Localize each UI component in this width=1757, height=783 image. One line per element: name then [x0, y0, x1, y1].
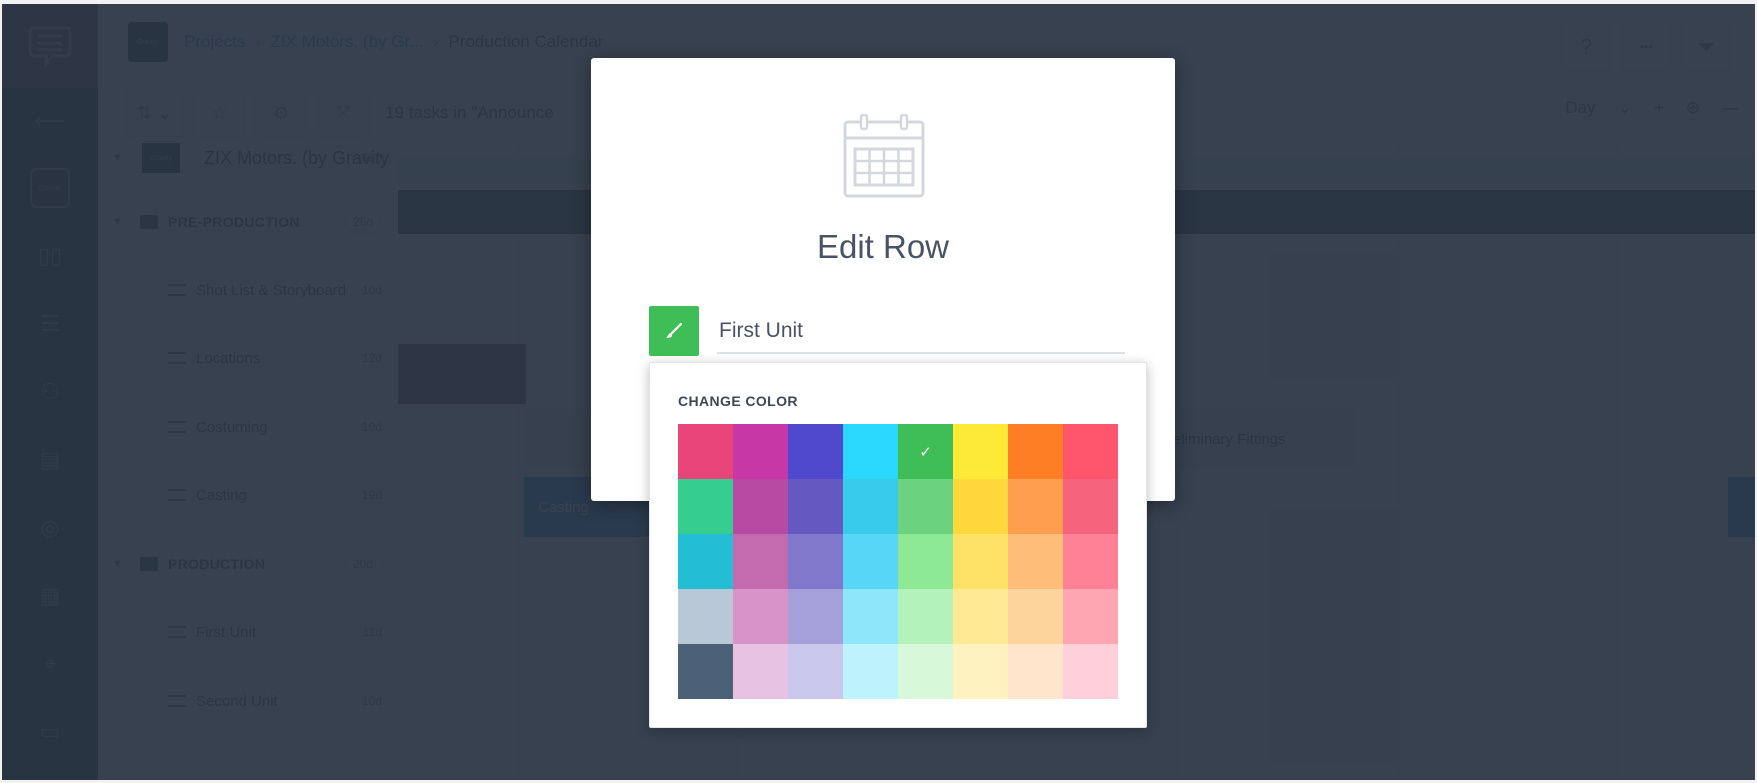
color-picker-popover: CHANGE COLOR ✓ — [649, 362, 1147, 728]
color-swatch[interactable] — [678, 644, 733, 699]
color-swatch[interactable] — [953, 644, 1008, 699]
color-swatch[interactable] — [1008, 644, 1063, 699]
color-swatch[interactable] — [788, 589, 843, 644]
color-swatch[interactable] — [1063, 479, 1118, 534]
color-swatch[interactable] — [678, 589, 733, 644]
color-swatch[interactable] — [1008, 479, 1063, 534]
color-swatch[interactable] — [898, 479, 953, 534]
color-swatch[interactable] — [1063, 644, 1118, 699]
paintbrush-icon — [666, 322, 683, 338]
color-swatch[interactable] — [898, 644, 953, 699]
color-swatch[interactable] — [843, 644, 898, 699]
color-swatch[interactable] — [678, 424, 733, 479]
color-swatch[interactable] — [788, 479, 843, 534]
color-picker-button[interactable] — [649, 306, 699, 356]
calendar-icon — [843, 114, 925, 198]
color-palette: ✓ — [678, 424, 1118, 699]
change-color-heading: CHANGE COLOR — [678, 393, 798, 409]
color-swatch[interactable] — [678, 479, 733, 534]
modal-title: Edit Row — [816, 228, 950, 265]
color-swatch[interactable] — [733, 589, 788, 644]
color-swatch[interactable] — [733, 479, 788, 534]
color-swatch[interactable] — [843, 534, 898, 589]
color-swatch[interactable] — [733, 534, 788, 589]
color-swatch[interactable] — [1063, 589, 1118, 644]
color-swatch[interactable] — [843, 589, 898, 644]
color-swatch[interactable] — [953, 479, 1008, 534]
color-swatch[interactable] — [953, 589, 1008, 644]
color-swatch[interactable] — [1008, 534, 1063, 589]
color-swatch[interactable] — [843, 424, 898, 479]
color-swatch[interactable] — [1063, 424, 1118, 479]
color-swatch[interactable] — [788, 534, 843, 589]
color-swatch[interactable] — [678, 534, 733, 589]
color-swatch[interactable]: ✓ — [898, 424, 953, 479]
color-swatch[interactable] — [898, 589, 953, 644]
color-swatch[interactable] — [788, 424, 843, 479]
color-swatch[interactable] — [843, 479, 898, 534]
color-swatch[interactable] — [733, 424, 788, 479]
color-swatch[interactable] — [953, 424, 1008, 479]
color-swatch[interactable] — [1008, 424, 1063, 479]
color-swatch[interactable] — [1063, 534, 1118, 589]
color-swatch[interactable] — [898, 534, 953, 589]
color-swatch[interactable] — [733, 644, 788, 699]
app-window: ⟵ Gravity ▯▯ ☰ ⚇ ▤ ◎ ▦ ⌖ ▭ Gravity Proje… — [2, 4, 1755, 780]
color-swatch[interactable] — [1008, 589, 1063, 644]
row-name-input[interactable] — [717, 310, 1125, 354]
color-swatch[interactable] — [953, 534, 1008, 589]
color-swatch[interactable] — [788, 644, 843, 699]
checkmark-icon: ✓ — [919, 443, 932, 461]
